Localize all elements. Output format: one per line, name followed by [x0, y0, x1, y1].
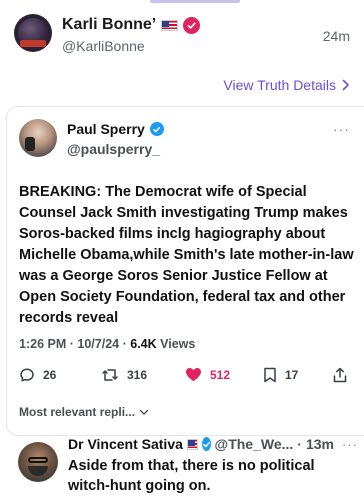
reply-time: 13m	[305, 436, 334, 452]
action-bar: 26 316 512 17	[19, 367, 347, 387]
share-icon	[333, 367, 347, 383]
avatar[interactable]	[14, 14, 52, 52]
reply-avatar[interactable]	[18, 442, 58, 482]
reply-count: 26	[43, 368, 57, 382]
repost-button[interactable]: 316	[101, 367, 147, 383]
reply-header: Dr Vincent Sativa @The_We... · 13m ···	[68, 436, 358, 452]
meta-separator: ·	[122, 337, 127, 351]
quote-author-handle[interactable]: @paulsperry_	[67, 141, 160, 157]
quote-meta: 1:26 PM · 10/7/24 · 6.4K Views	[19, 337, 195, 351]
post-time: 24m	[322, 28, 350, 44]
post-header: Karli Bonne’ @KarliBonne 24m	[14, 14, 350, 58]
views-label: Views	[160, 337, 196, 351]
quote-avatar[interactable]	[19, 119, 57, 157]
verified-badge-icon	[149, 122, 164, 136]
view-details-label: View Truth Details	[223, 77, 336, 93]
chevron-right-icon	[342, 79, 349, 91]
replies-sort-dropdown[interactable]: Most relevant repli...	[19, 405, 149, 419]
reply-separator: ·	[297, 436, 302, 452]
repost-count: 316	[127, 368, 148, 382]
author-name-row: Karli Bonne’	[62, 16, 201, 34]
sort-label: Most relevant repli...	[19, 405, 136, 419]
reply-author-name[interactable]: Dr Vincent Sativa	[68, 436, 183, 452]
views-count: 6.4K	[130, 337, 157, 351]
verified-badge-icon	[201, 437, 211, 451]
bookmark-button[interactable]: 17	[263, 367, 298, 383]
reply-button[interactable]: 26	[19, 367, 56, 383]
view-truth-details-link[interactable]: View Truth Details	[223, 77, 350, 93]
reply-icon	[20, 368, 34, 382]
more-options-icon[interactable]: ···	[342, 437, 358, 452]
quote-time: 1:26 PM	[19, 337, 67, 351]
quote-author-row: Paul Sperry	[67, 121, 164, 137]
like-button[interactable]: 512	[185, 367, 230, 382]
top-scroll-indicator	[150, 0, 240, 3]
author-handle[interactable]: @KarliBonne	[62, 38, 145, 54]
heart-icon	[186, 368, 201, 382]
quote-date: 10/7/24	[77, 337, 120, 351]
bookmark-icon	[264, 367, 276, 383]
reply-text: Aside from that, there is no political w…	[68, 458, 315, 494]
quoted-post-card[interactable]: Paul Sperry @paulsperry_ ··· BREAKING: T…	[6, 106, 364, 436]
verified-badge-icon	[183, 16, 201, 34]
us-flag-icon	[161, 19, 179, 31]
reply-author-handle[interactable]: @The_We...	[215, 436, 294, 452]
reply-item[interactable]: Dr Vincent Sativa @The_We... · 13m ··· A…	[6, 436, 364, 500]
us-flag-icon	[186, 438, 198, 450]
quote-body-text: BREAKING: The Democrat wife of Special C…	[19, 184, 354, 326]
quote-author-name[interactable]: Paul Sperry	[67, 121, 145, 137]
share-button[interactable]	[333, 367, 347, 383]
like-count: 512	[210, 367, 231, 382]
bookmark-count: 17	[285, 368, 299, 382]
meta-separator: ·	[69, 337, 74, 351]
more-options-icon[interactable]: ···	[333, 121, 350, 137]
repost-icon	[102, 369, 118, 381]
chevron-down-icon	[139, 409, 149, 415]
author-name[interactable]: Karli Bonne’	[62, 16, 156, 34]
